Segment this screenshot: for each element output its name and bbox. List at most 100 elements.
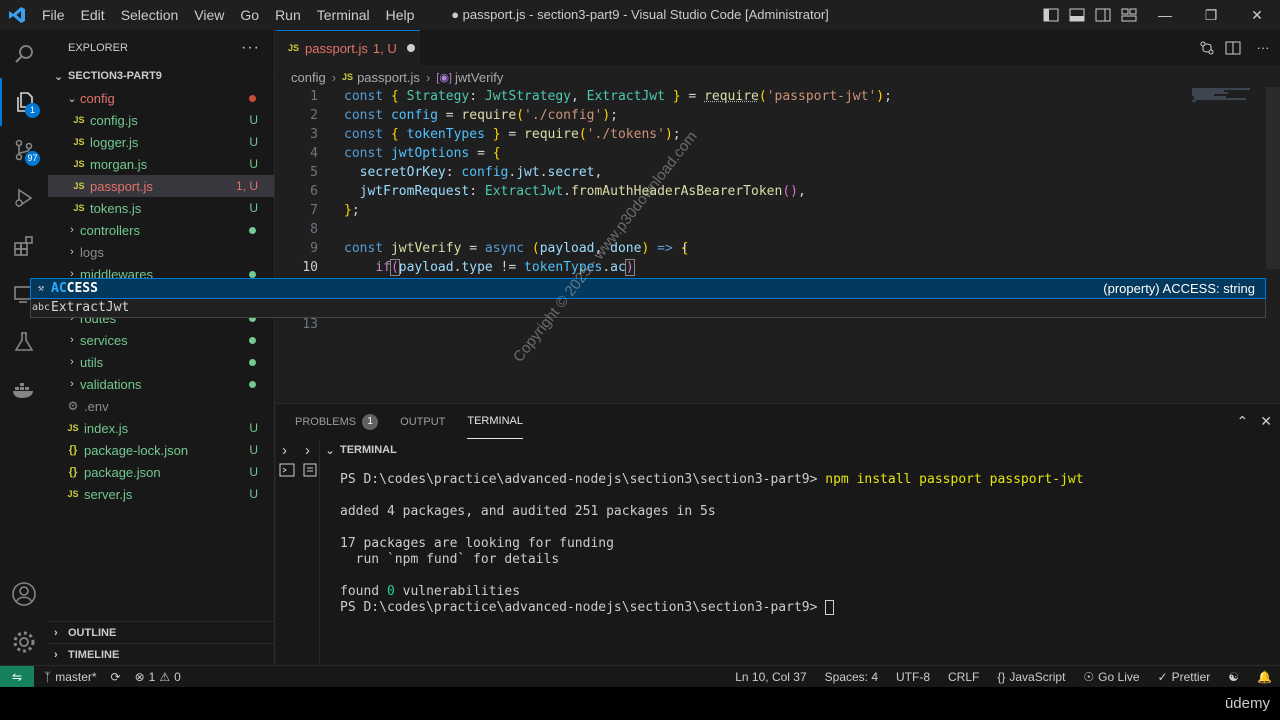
line-number: 4	[310, 146, 318, 161]
chevron-right-icon: ›	[54, 626, 58, 639]
branch-status[interactable]: ᛉ master*	[44, 670, 97, 684]
language-mode[interactable]: {} JavaScript	[997, 670, 1065, 684]
chevron-right-icon[interactable]: ›	[305, 442, 310, 459]
terminal-text: vulnerabilities	[394, 584, 521, 599]
end-of-line[interactable]: CRLF	[948, 670, 979, 684]
menu-go[interactable]: Go	[232, 0, 267, 30]
tree-item-passport-js[interactable]: JS passport.js 1, U	[48, 175, 274, 197]
unsaved-dot-icon[interactable]	[406, 44, 415, 52]
toggle-secondary-sidebar-icon[interactable]	[1090, 0, 1116, 30]
tree-item-package-json[interactable]: {} package.json U	[48, 461, 274, 483]
language-label: JavaScript	[1009, 670, 1066, 684]
tree-item-index-js[interactable]: JS index.js U	[48, 417, 274, 439]
sync-icon[interactable]: ⟳	[111, 670, 121, 684]
menu-view[interactable]: View	[186, 0, 232, 30]
source-control-icon[interactable]: 97	[0, 126, 48, 174]
outline-section[interactable]: › OUTLINE	[48, 621, 275, 643]
tab-passport-js[interactable]: JS passport.js 1, U	[276, 30, 420, 65]
terminal-task-icon[interactable]	[302, 463, 318, 480]
js-file-icon: JS	[73, 137, 85, 147]
open-changes-icon[interactable]	[1194, 33, 1220, 63]
minimap[interactable]	[1190, 87, 1266, 107]
breadcrumb-folder[interactable]: config	[291, 70, 326, 85]
tab-problems-label: PROBLEMS	[295, 415, 357, 428]
suggestion-item[interactable]: abc ExtractJwt	[31, 298, 1265, 317]
tree-item-validations[interactable]: › validations	[48, 373, 274, 395]
tree-item-config-js[interactable]: JS config.js U	[48, 109, 274, 131]
tree-item--env[interactable]: ⚙ .env	[48, 395, 274, 417]
tree-item-morgan-js[interactable]: JS morgan.js U	[48, 153, 274, 175]
tree-item-controllers[interactable]: › controllers	[48, 219, 274, 241]
suggest-widget: ⚒ ACCESS (property) ACCESS: string abc E…	[30, 278, 1266, 318]
chevron-right-icon: ›	[425, 69, 431, 85]
toggle-panel-icon[interactable]	[1064, 0, 1090, 30]
tree-item-package-lock-json[interactable]: {} package-lock.json U	[48, 439, 274, 461]
tree-item-label: validations	[80, 376, 142, 392]
workspace-root[interactable]: ⌄ SECTION3-PART9	[48, 65, 274, 87]
close-panel-icon[interactable]: ✕	[1260, 413, 1272, 430]
minimize-button[interactable]: —	[1142, 0, 1188, 30]
run-debug-icon[interactable]	[0, 174, 48, 222]
tree-item-server-js[interactable]: JS server.js U	[48, 483, 274, 505]
terminal-shell-icon[interactable]	[279, 463, 295, 480]
terminal-output[interactable]: PS D:\codes\practice\advanced-nodejs\sec…	[340, 472, 1270, 616]
git-status: 1, U	[235, 179, 258, 193]
menu-edit[interactable]: Edit	[73, 0, 113, 30]
js-file-icon: JS	[73, 203, 85, 213]
indentation[interactable]: Spaces: 4	[825, 670, 878, 684]
timeline-section[interactable]: › TIMELINE	[48, 643, 275, 665]
more-actions-icon[interactable]: ···	[241, 39, 260, 57]
menu-help[interactable]: Help	[378, 0, 423, 30]
menu-run[interactable]: Run	[267, 0, 309, 30]
search-icon[interactable]	[0, 30, 48, 78]
menu-selection[interactable]: Selection	[113, 0, 187, 30]
toggle-primary-sidebar-icon[interactable]	[1038, 0, 1064, 30]
tree-item-label: utils	[80, 354, 104, 370]
docker-icon[interactable]	[0, 366, 48, 414]
cursor-position[interactable]: Ln 10, Col 37	[735, 670, 806, 684]
files-icon[interactable]: 1	[0, 78, 48, 126]
tree-item-utils[interactable]: › utils	[48, 351, 274, 373]
chevron-right-icon[interactable]: ›	[282, 442, 287, 459]
tree-item-services[interactable]: › services	[48, 329, 274, 351]
code-line: };	[344, 203, 360, 218]
prettier-status[interactable]: ✓ Prettier	[1158, 670, 1211, 684]
tab-problems[interactable]: PROBLEMS 1	[295, 404, 379, 439]
chevron-right-icon: ›	[70, 224, 74, 236]
bell-icon[interactable]: 🔔	[1257, 670, 1272, 684]
encoding[interactable]: UTF-8	[896, 670, 930, 684]
copilot-icon[interactable]: ☯	[1228, 670, 1239, 684]
editor-scrollbar[interactable]	[1266, 87, 1280, 269]
tree-item-logs[interactable]: › logs	[48, 241, 274, 263]
go-live-button[interactable]: ☉ Go Live	[1083, 670, 1139, 684]
remote-indicator-icon[interactable]: ⇋	[0, 665, 34, 688]
close-window-button[interactable]: ✕	[1234, 0, 1280, 30]
menu-terminal[interactable]: Terminal	[309, 0, 378, 30]
breadcrumb-symbol[interactable]: jwtVerify	[455, 70, 503, 85]
tab-terminal[interactable]: TERMINAL	[467, 404, 523, 439]
maximize-panel-icon[interactable]: ⌃	[1237, 413, 1249, 430]
more-actions-icon[interactable]: ···	[1246, 33, 1280, 63]
flask-icon[interactable]	[0, 318, 48, 366]
tree-item-tokens-js[interactable]: JS tokens.js U	[48, 197, 274, 219]
customize-layout-icon[interactable]	[1116, 0, 1142, 30]
panel-tabs: PROBLEMS 1 OUTPUT TERMINAL	[276, 404, 1280, 439]
tree-item-label: tokens.js	[90, 200, 142, 216]
restore-button[interactable]: ❐	[1188, 0, 1234, 30]
split-editor-icon[interactable]	[1220, 33, 1246, 63]
code-editor[interactable]: 1 const { Strategy: JwtStrategy, ExtractJ…	[276, 87, 1280, 403]
suggestion-item[interactable]: ⚒ ACCESS (property) ACCESS: string	[30, 278, 1266, 299]
menu-file[interactable]: File	[34, 0, 73, 30]
terminal-header[interactable]: ⌄ TERMINAL	[320, 439, 1280, 461]
tree-item-config[interactable]: ⌄ config	[48, 87, 274, 109]
problems-status[interactable]: ⊗ 1 ⚠ 0	[135, 670, 181, 684]
extensions-icon[interactable]	[0, 222, 48, 270]
gear-icon[interactable]	[0, 618, 48, 666]
terminal-command: npm install passport passport-jwt	[825, 472, 1084, 487]
tab-output[interactable]: OUTPUT	[400, 404, 445, 439]
tree-item-logger-js[interactable]: JS logger.js U	[48, 131, 274, 153]
breadcrumb-file[interactable]: passport.js	[357, 70, 420, 85]
chevron-right-icon: ›	[331, 69, 337, 85]
go-live-label: Go Live	[1098, 670, 1140, 684]
account-icon[interactable]	[0, 570, 48, 618]
